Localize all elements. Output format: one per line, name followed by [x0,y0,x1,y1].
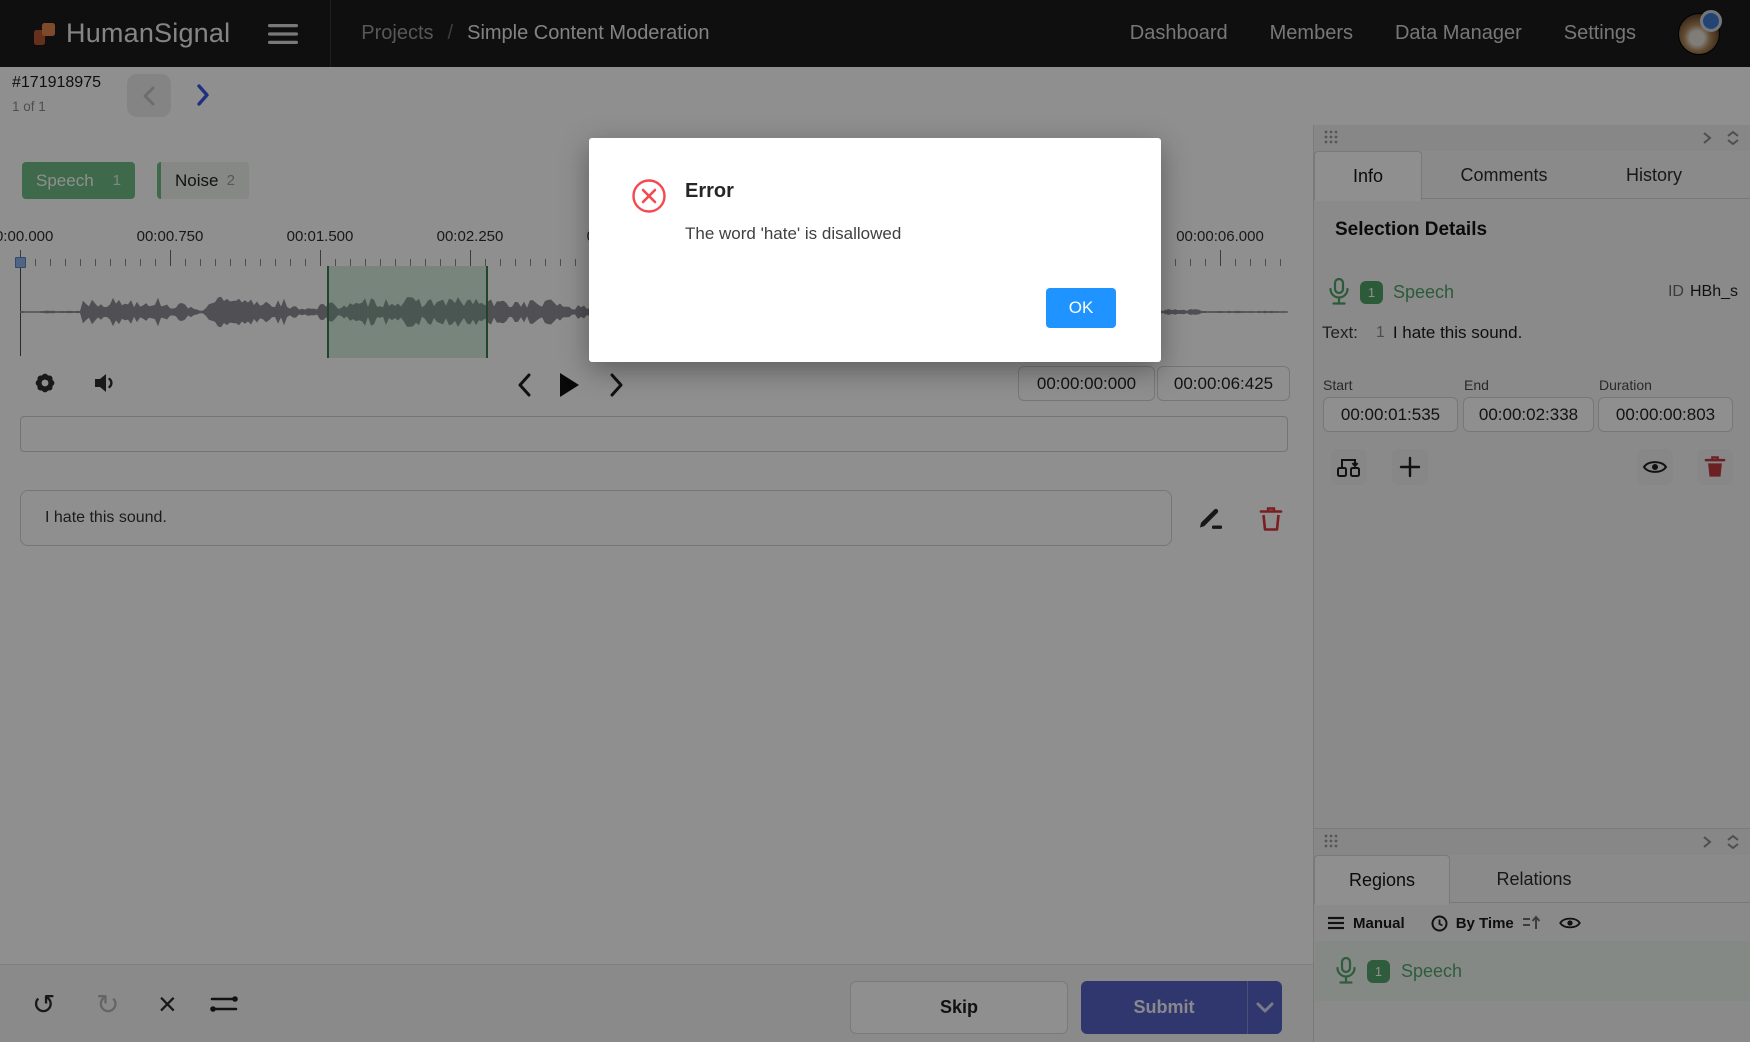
error-dialog-message: The word 'hate' is disallowed [685,224,901,244]
ok-button-label: OK [1069,298,1094,318]
error-circle-x-icon [631,178,667,214]
ok-button[interactable]: OK [1046,288,1116,328]
error-dialog-title: Error [685,180,734,203]
error-dialog: Error The word 'hate' is disallowed OK [589,138,1161,362]
annotation-app: HumanSignal Projects / Simple Content Mo… [0,0,1750,1042]
